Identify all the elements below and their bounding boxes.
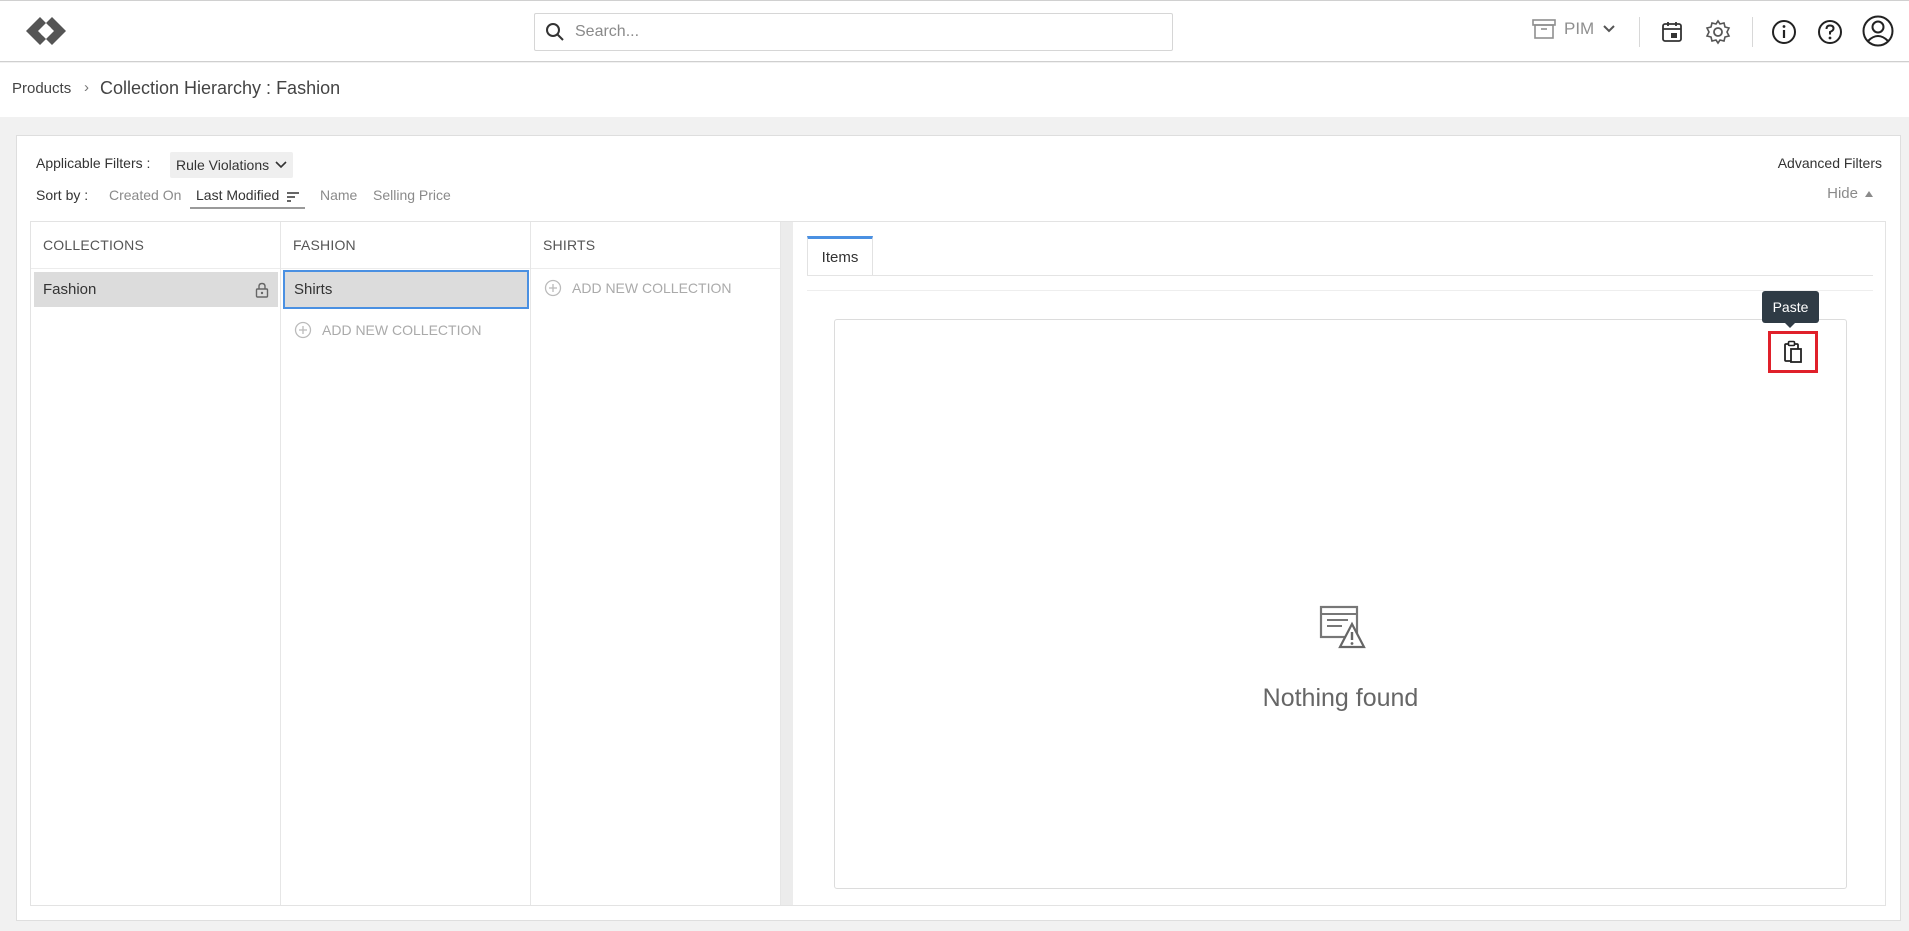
search-box[interactable]: [534, 13, 1173, 51]
page-title: Collection Hierarchy : Fashion: [100, 78, 341, 98]
tab-label: Items: [821, 249, 859, 266]
divider: [1639, 17, 1640, 47]
chevron-down-icon: [275, 161, 287, 169]
plus-circle-icon: [544, 279, 562, 297]
hide-filters-toggle[interactable]: Hide: [1827, 185, 1873, 202]
add-new-label: ADD NEW COLLECTION: [322, 322, 482, 338]
sort-label: Sort by :: [36, 187, 89, 203]
help-icon[interactable]: [1816, 18, 1844, 46]
chevron-down-icon: [1603, 25, 1615, 33]
collections-column: COLLECTIONS Fashion: [31, 222, 281, 905]
divider: [807, 275, 1873, 276]
paste-tooltip: Paste: [1762, 291, 1819, 323]
top-bar: PIM: [0, 0, 1909, 62]
divider: [531, 268, 780, 269]
filters-label: Applicable Filters :: [36, 155, 151, 171]
collection-item-label: Fashion: [43, 281, 97, 298]
divider: [31, 268, 280, 269]
sort-created-on[interactable]: Created On: [109, 187, 181, 203]
app-logo-icon[interactable]: [22, 13, 70, 49]
sort-name[interactable]: Name: [320, 187, 357, 203]
add-new-label: ADD NEW COLLECTION: [572, 280, 732, 296]
clipboard-paste-icon: [1784, 340, 1802, 363]
divider: [1752, 17, 1753, 47]
lock-icon: [255, 282, 269, 298]
empty-state-message: Nothing found: [1262, 684, 1419, 712]
sort-selling-price[interactable]: Selling Price: [373, 187, 451, 203]
panel-resize-handle[interactable]: [781, 222, 793, 905]
divider: [807, 290, 1873, 291]
filter-chip-label: Rule Violations: [176, 157, 270, 173]
collection-item-shirts[interactable]: Shirts: [283, 270, 529, 309]
module-label: PIM: [1564, 19, 1595, 38]
column-heading: FASHION: [293, 237, 356, 253]
calendar-box-icon[interactable]: [1658, 18, 1686, 46]
archive-icon: [1532, 19, 1556, 39]
rule-violations-filter[interactable]: Rule Violations: [170, 152, 294, 178]
settings-gear-icon[interactable]: [1704, 18, 1732, 46]
tab-items[interactable]: Items: [807, 236, 873, 276]
sort-last-modified[interactable]: Last Modified: [190, 183, 306, 209]
user-avatar-icon[interactable]: [1862, 15, 1894, 47]
plus-circle-icon: [294, 321, 312, 339]
sort-option-label: Last Modified: [196, 187, 280, 203]
breadcrumb-products-link[interactable]: Products: [12, 80, 71, 97]
hide-label: Hide: [1827, 185, 1858, 202]
collection-item-fashion[interactable]: Fashion: [34, 272, 278, 307]
caret-up-icon: [1865, 190, 1873, 197]
search-icon: [546, 23, 564, 41]
module-switcher[interactable]: PIM: [1532, 18, 1616, 40]
column-heading: SHIRTS: [543, 237, 596, 253]
tooltip-arrow: [1784, 322, 1796, 328]
document-warning-icon: [1319, 605, 1366, 649]
shirts-column: SHIRTS ADD NEW COLLECTION: [531, 222, 781, 905]
paste-button[interactable]: [1768, 331, 1818, 373]
column-heading: COLLECTIONS: [43, 237, 144, 253]
divider: [281, 268, 530, 269]
breadcrumb-separator: ›: [84, 79, 89, 96]
sort-lines-icon: [287, 192, 300, 202]
advanced-filters-link[interactable]: Advanced Filters: [1778, 155, 1882, 171]
search-input[interactable]: [575, 23, 1135, 41]
collection-item-label: Shirts: [294, 281, 333, 298]
add-new-collection-button[interactable]: ADD NEW COLLECTION: [544, 279, 731, 297]
fashion-column: FASHION Shirts ADD NEW COLLECTION: [281, 222, 531, 905]
info-icon[interactable]: [1770, 18, 1798, 46]
add-new-collection-button[interactable]: ADD NEW COLLECTION: [294, 321, 481, 339]
